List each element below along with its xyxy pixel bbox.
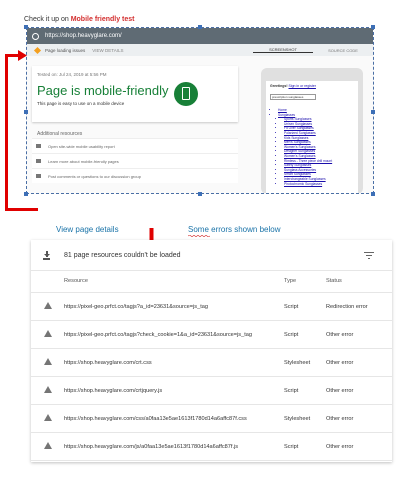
url-text: https://shop.heavyglare.com/	[45, 33, 122, 39]
resource-url: https://shop.heavyglare.com/css/a0faa13e…	[64, 404, 284, 433]
resource-url: https://pixel-geo.prfct.co/tagjs?check_c…	[64, 320, 284, 349]
phone-search-input: prescription sunglasses	[270, 94, 316, 100]
globe-icon	[32, 32, 39, 40]
tab-screenshot[interactable]: SCREENSHOT	[253, 47, 313, 53]
result-card: Tested on: Jul 24, 2019 at 5:56 PM Page …	[32, 66, 238, 122]
table-row[interactable]: https://shop.heavyglare.com/crt.css Styl…	[31, 348, 392, 377]
phone-greeting: Greetings! Sign in or register	[270, 84, 316, 88]
phone-link-list: HomeSunglassesSports SunglassesUnisex Su…	[272, 108, 358, 186]
resource-status: Redirection error	[326, 292, 392, 321]
table-row[interactable]: https://shop.heavyglare.com/crtjquery.js…	[31, 376, 392, 405]
phone-preview: Greetings! Sign in or register prescript…	[261, 68, 363, 193]
arrow-right-icon	[18, 50, 27, 61]
selection-handle[interactable]	[24, 25, 28, 29]
resource-url: https://pixel-geo.prfct.co/tagjs?a_id=23…	[64, 292, 284, 321]
resource-item[interactable]: Open site-wide mobile usability report	[32, 138, 238, 153]
table-row[interactable]: https://pixel-geo.prfct.co/tagjs?a_id=23…	[31, 292, 392, 321]
school-icon	[36, 159, 41, 163]
resource-type: Script	[284, 320, 326, 349]
panel-header: 81 page resources couldn't be loaded	[31, 240, 392, 271]
status-text: Page loading issues	[45, 47, 86, 53]
resource-type: Stylesheet	[284, 404, 326, 433]
warning-icon	[44, 357, 52, 365]
embedded-screenshot: https://shop.heavyglare.com/ Page loadin…	[26, 27, 374, 194]
resource-url: https://shop.heavyglare.com/js/a0faa13e5…	[64, 432, 284, 461]
resources-list: Open site-wide mobile usability report L…	[32, 138, 238, 183]
tab-source-code[interactable]: SOURCE CODE	[313, 48, 373, 53]
warning-icon	[44, 301, 52, 309]
selection-handle[interactable]	[371, 25, 375, 29]
errors-note: Some errors shown below	[188, 225, 281, 234]
resource-type: Script	[284, 432, 326, 461]
selection-handle[interactable]	[198, 192, 202, 196]
download-icon[interactable]	[43, 250, 50, 260]
warning-icon	[44, 413, 52, 421]
squiggle-underline	[188, 235, 210, 237]
resources-panel: 81 page resources couldn't be loaded Res…	[31, 240, 392, 462]
url-bar: https://shop.heavyglare.com/	[27, 28, 373, 44]
result-subtitle: This page is easy to use on a mobile dev…	[37, 101, 125, 106]
selection-handle[interactable]	[371, 192, 375, 196]
connector-line	[5, 208, 38, 211]
resources-table: Resource Type Status https://pixel-geo.p…	[31, 270, 392, 461]
table-row[interactable]: https://shop.heavyglare.com/js/a0faa13e5…	[31, 432, 392, 461]
resource-url: https://shop.heavyglare.com/crtjquery.js	[64, 376, 284, 405]
caption-highlight: Mobile friendly test	[70, 16, 135, 23]
forum-icon	[36, 174, 41, 178]
view-details-link[interactable]: VIEW DETAILS	[92, 48, 123, 53]
report-icon	[36, 144, 41, 148]
phone-link[interactable]: Photochromic Sunglasses	[284, 182, 358, 187]
warning-icon	[44, 441, 52, 449]
result-title: Page is mobile-friendly	[37, 83, 169, 98]
table-row[interactable]: https://pixel-geo.prfct.co/tagjs?check_c…	[31, 320, 392, 349]
column-header-resource: Resource	[64, 270, 284, 293]
warning-icon	[44, 329, 52, 337]
panel-header-title: 81 page resources couldn't be loaded	[64, 251, 181, 259]
resources-title: Additional resources	[37, 131, 83, 137]
filter-icon[interactable]	[364, 252, 374, 259]
selection-handle[interactable]	[24, 110, 28, 114]
selection-handle[interactable]	[198, 25, 202, 29]
preview-tabs: SCREENSHOT SOURCE CODE	[253, 44, 373, 56]
column-header-type: Type	[284, 270, 326, 293]
mobile-phone-icon	[174, 82, 198, 106]
view-page-details-note: View page details	[56, 225, 119, 234]
resource-url: https://shop.heavyglare.com/crt.css	[64, 348, 284, 377]
column-header-status: Status	[326, 270, 392, 293]
resource-type: Script	[284, 376, 326, 405]
selection-handle[interactable]	[24, 192, 28, 196]
selection-handle[interactable]	[371, 110, 375, 114]
resource-status: Other error	[326, 376, 392, 405]
table-row[interactable]: https://shop.heavyglare.com/css/a0faa13e…	[31, 404, 392, 433]
resource-type: Script	[284, 292, 326, 321]
resource-status: Other error	[326, 320, 392, 349]
caption: Check it up on Mobile friendly test	[24, 16, 135, 23]
caption-prefix: Check it up on	[24, 16, 71, 23]
connector-line	[5, 54, 8, 210]
resource-status: Other error	[326, 348, 392, 377]
resource-type: Stylesheet	[284, 348, 326, 377]
tested-on: Tested on: Jul 24, 2019 at 5:56 PM	[37, 72, 107, 77]
resource-item[interactable]: Post comments or questions to our discus…	[32, 168, 238, 183]
table-header-row: Resource Type Status	[31, 270, 392, 293]
resource-status: Other error	[326, 432, 392, 461]
resource-status: Other error	[326, 404, 392, 433]
resource-item[interactable]: Learn more about mobile-friendly pages	[32, 153, 238, 168]
phone-screen: Greetings! Sign in or register prescript…	[266, 81, 358, 193]
warning-icon	[44, 385, 52, 393]
warning-icon	[33, 46, 42, 54]
